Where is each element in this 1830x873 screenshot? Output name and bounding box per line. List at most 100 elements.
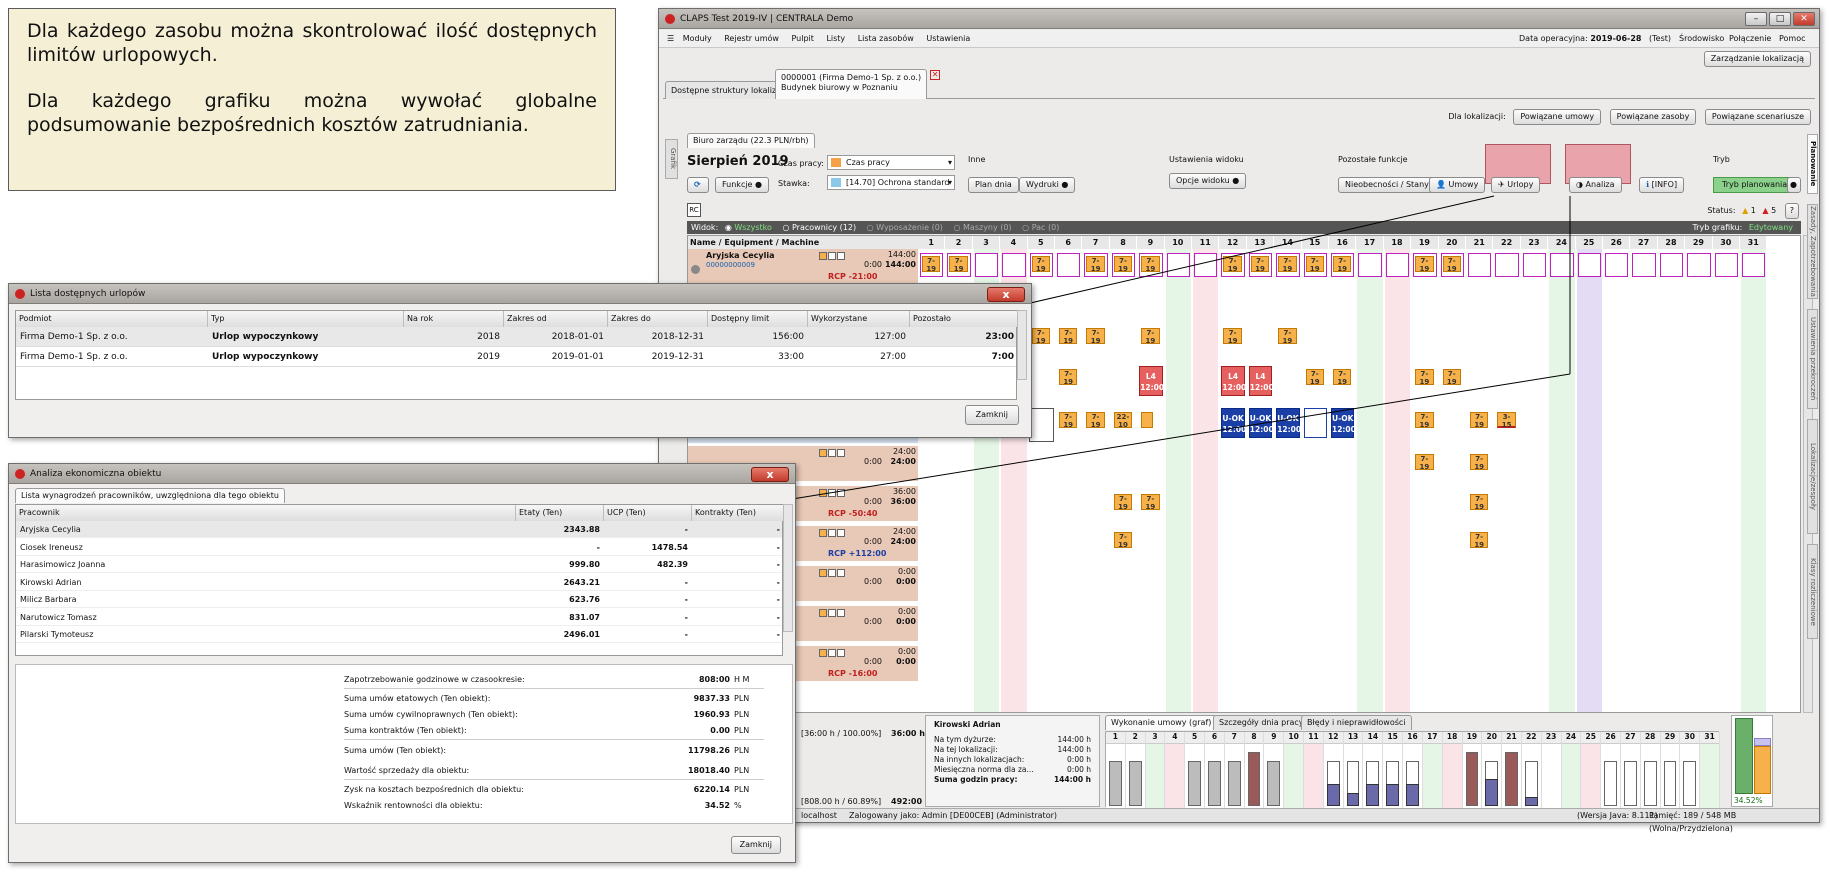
shift-block[interactable]: 22-10 bbox=[1113, 412, 1133, 429]
urlopy-col-header[interactable]: Podmiot bbox=[16, 311, 208, 327]
shift-block[interactable]: 7-19 bbox=[1059, 328, 1078, 345]
shift-block[interactable]: 7-19 bbox=[1113, 256, 1133, 273]
tab-budynek[interactable]: 0000001 (Firma Demo-1 Sp. z o.o.) Budyne… bbox=[775, 69, 941, 99]
tab-wykonanie[interactable]: Wykonanie umowy (graf) bbox=[1105, 715, 1218, 730]
menu-lista-zasobow[interactable]: Lista zasobów bbox=[858, 34, 914, 43]
analiza-col-header[interactable]: Etaty (Ten) bbox=[516, 505, 604, 521]
analiza-zamknij-button[interactable]: Zamknij bbox=[730, 836, 781, 854]
plan-box[interactable] bbox=[1166, 253, 1190, 277]
refresh-button[interactable]: ⟳ bbox=[687, 177, 709, 193]
wydruki-button[interactable]: Wydruki ● bbox=[1019, 177, 1076, 193]
plan-box[interactable] bbox=[1385, 253, 1410, 277]
shift-block[interactable]: 7-19 bbox=[1442, 256, 1461, 273]
maximize-button[interactable]: □ bbox=[1769, 12, 1791, 26]
close-window-button[interactable]: ✕ bbox=[1793, 12, 1815, 26]
plan-box[interactable] bbox=[1659, 253, 1684, 277]
day-header[interactable]: 4 bbox=[1000, 236, 1028, 249]
shift-block[interactable]: 7-19 bbox=[1305, 369, 1324, 386]
analiza-close-x[interactable]: x bbox=[751, 467, 789, 482]
shift-block[interactable]: 7-19 bbox=[1141, 256, 1160, 273]
stawka-select[interactable]: [14.70] Ochrona standard ▾ bbox=[827, 175, 955, 190]
tab-grafik[interactable]: Grafik bbox=[665, 139, 678, 179]
radio-maszyny[interactable]: ○ Maszyny (0) bbox=[953, 223, 1011, 232]
menu-pulpit[interactable]: Pulpit bbox=[791, 34, 813, 43]
opcje-widoku-button[interactable]: Opcje widoku ● bbox=[1169, 173, 1247, 189]
sick-leave-block[interactable]: L4 12:00 bbox=[1139, 366, 1164, 396]
day-header[interactable]: 25 bbox=[1575, 236, 1603, 249]
shift-block[interactable]: 7-19 bbox=[1470, 532, 1489, 549]
day-header[interactable]: 15 bbox=[1301, 236, 1329, 249]
shift-block[interactable]: 7-19 bbox=[1086, 256, 1105, 273]
shift-block[interactable]: 7-19 bbox=[1059, 412, 1078, 429]
data-value[interactable]: 2019-06-28 bbox=[1590, 34, 1641, 43]
tryb-menu-button[interactable]: ● bbox=[1787, 177, 1801, 193]
urlopy-col-header[interactable]: Zakres do bbox=[608, 311, 708, 327]
plan-box[interactable] bbox=[1577, 253, 1601, 277]
shift-block[interactable]: 7-19 bbox=[1333, 256, 1352, 273]
empty-plan-box[interactable] bbox=[1303, 408, 1327, 438]
radio-wyposazenie[interactable]: ○ Wyposażenie (0) bbox=[867, 223, 943, 232]
analiza-col-header[interactable]: Kontrakty (Ten) bbox=[692, 505, 784, 521]
menu-srodowisko[interactable]: Środowisko bbox=[1679, 30, 1724, 48]
day-header[interactable]: 1 bbox=[918, 236, 946, 249]
sick-leave-block[interactable]: L4 12:00 bbox=[1248, 366, 1274, 396]
nieobecnosci-button[interactable]: Nieobecności / Stany bbox=[1338, 177, 1436, 193]
plan-box[interactable] bbox=[974, 253, 999, 277]
tab-bledy[interactable]: Błędy i nieprawidłowości bbox=[1301, 715, 1412, 730]
shift-block[interactable]: 7-19 bbox=[1415, 454, 1434, 471]
day-header[interactable]: 10 bbox=[1164, 236, 1192, 249]
day-header[interactable]: 8 bbox=[1109, 236, 1138, 249]
vacation-block[interactable]: U-OK 12:00 bbox=[1248, 408, 1274, 438]
czas-pracy-select[interactable]: Czas pracy ▾ bbox=[827, 155, 955, 170]
shift-block[interactable]: 7-19 bbox=[1141, 328, 1160, 345]
vtab-item[interactable]: Ustawienia przekroczeń bbox=[1807, 309, 1818, 409]
vtab-item[interactable]: Zasady, Zapotrzebowania bbox=[1807, 204, 1818, 299]
shift-block[interactable]: 7-19 bbox=[1333, 369, 1352, 386]
grid-resource-row[interactable]: Aryjska Cecylia 00000000009 144:00 0:00 144:… bbox=[688, 249, 918, 285]
urlopy-table-row[interactable]: Firma Demo-1 Sp. z o.o. Urlop wypoczynkow… bbox=[16, 327, 1016, 347]
analiza-table-row[interactable]: Pilarski Tymoteusz 2496.01 - - bbox=[16, 626, 782, 643]
shift-block[interactable]: 7-19 bbox=[949, 256, 968, 273]
plan-box[interactable] bbox=[1742, 253, 1766, 277]
urlopy-col-header[interactable]: Na rok bbox=[404, 311, 504, 327]
urlopy-col-header[interactable]: Dostępny limit bbox=[708, 311, 808, 327]
analiza-table-row[interactable]: Narutowicz Tomasz 831.07 - - bbox=[16, 608, 782, 626]
shift-block[interactable]: 7-19 bbox=[1470, 454, 1489, 471]
plan-box[interactable] bbox=[1632, 253, 1656, 277]
shift-block[interactable]: 7-19 bbox=[1442, 369, 1461, 386]
day-header[interactable]: 30 bbox=[1712, 236, 1740, 249]
menu-rejestr[interactable]: Rejestr umów bbox=[724, 34, 779, 43]
radio-wszystko[interactable]: ◉ Wszystko bbox=[725, 223, 772, 232]
shift-block[interactable] bbox=[1141, 412, 1153, 428]
employee-name[interactable]: Aryjska Cecylia bbox=[706, 251, 775, 260]
shift-block[interactable]: 7-19 bbox=[1059, 369, 1078, 386]
shift-block[interactable]: 7-19 bbox=[1223, 328, 1242, 345]
shift-block[interactable]: 7-19 bbox=[1415, 369, 1434, 386]
plan-box[interactable] bbox=[1687, 253, 1711, 277]
vtab-item[interactable]: Klasy rozliczeniowe bbox=[1807, 544, 1818, 639]
urlopy-button[interactable]: ✈ Urlopy bbox=[1491, 177, 1541, 193]
menu-moduly[interactable]: Moduły bbox=[683, 34, 712, 43]
day-header[interactable]: 29 bbox=[1685, 236, 1713, 249]
funkcje-button[interactable]: Funkcje ● bbox=[715, 177, 770, 193]
help-button[interactable]: ? bbox=[1784, 203, 1799, 219]
day-header[interactable]: 31 bbox=[1740, 236, 1768, 249]
info-button[interactable]: ℹ [INFO] bbox=[1639, 177, 1685, 193]
urlopy-scrollbar[interactable] bbox=[1017, 310, 1027, 380]
plan-box[interactable] bbox=[1495, 253, 1519, 277]
analiza-table-row[interactable]: Ciosek Ireneusz - 1478.54 - bbox=[16, 538, 782, 556]
zarzadzanie-button[interactable]: Zarządzanie lokalizacją bbox=[1703, 51, 1811, 67]
plan-box[interactable] bbox=[1002, 253, 1026, 277]
day-header[interactable]: 22 bbox=[1493, 236, 1521, 249]
day-header[interactable]: 19 bbox=[1411, 236, 1439, 249]
shift-block[interactable]: 7-19 bbox=[1223, 256, 1242, 273]
urlopy-col-header[interactable]: Zakres od bbox=[504, 311, 608, 327]
plan-box[interactable] bbox=[1057, 253, 1081, 277]
shift-block[interactable]: 3-15 bbox=[1497, 412, 1516, 429]
vtab-item[interactable]: Planowanie bbox=[1807, 134, 1818, 194]
rc-icon[interactable]: RC bbox=[687, 203, 701, 217]
selected-cell[interactable] bbox=[1028, 408, 1054, 442]
day-header[interactable]: 16 bbox=[1329, 236, 1357, 249]
day-header[interactable]: 21 bbox=[1466, 236, 1494, 249]
shift-block[interactable]: 7-19 bbox=[1141, 494, 1160, 511]
